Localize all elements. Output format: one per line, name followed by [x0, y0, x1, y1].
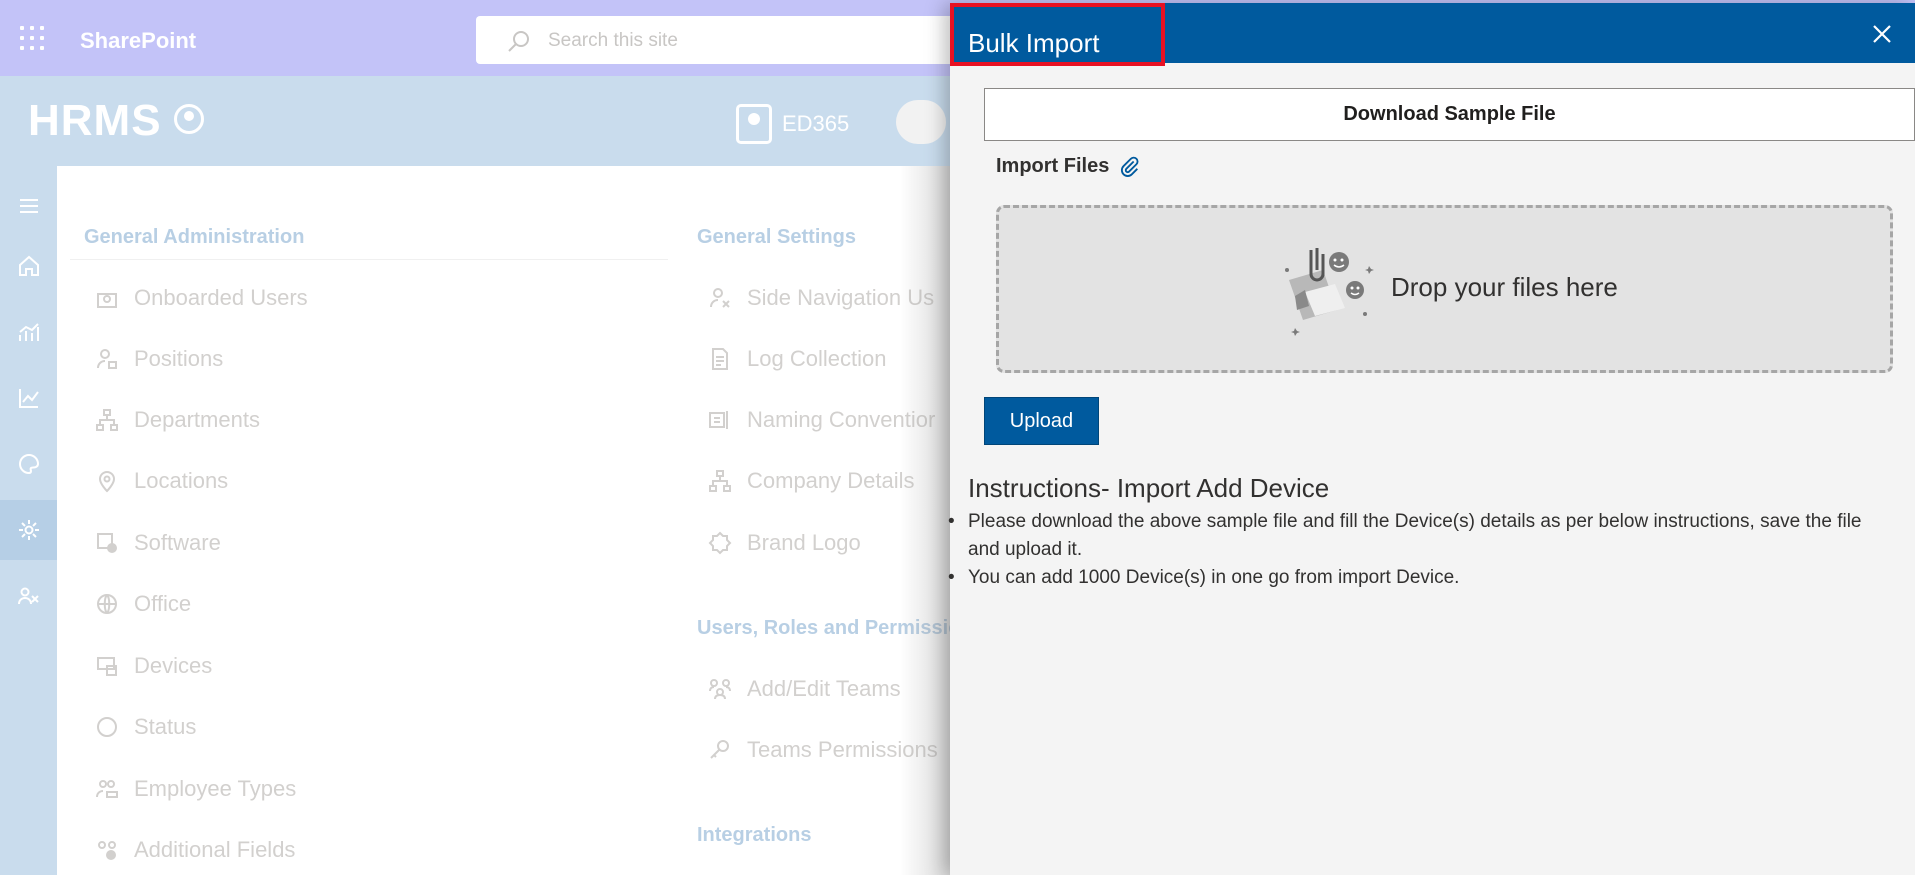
left-rail — [0, 166, 57, 875]
software-icon — [94, 530, 120, 556]
menu-item-label: Devices — [134, 653, 213, 678]
calendar-icon[interactable] — [896, 100, 946, 144]
menu-item-software[interactable]: Software — [94, 530, 221, 556]
menu-item-onboarded-users[interactable]: Onboarded Users — [94, 285, 308, 311]
trend-chart-icon — [18, 389, 39, 408]
additional-fields-icon — [94, 837, 120, 863]
dropzone-text: Drop your files here — [1391, 272, 1618, 302]
menu-item-label: Company Details — [747, 468, 915, 493]
site-search-box[interactable]: Search this site — [476, 16, 956, 64]
menu-item-label: Additional Fields — [134, 837, 296, 862]
menu-item-label: Office — [134, 591, 192, 616]
menu-item-label: Employee Types — [134, 776, 297, 801]
analytics-icon — [18, 323, 39, 341]
menu-item-additional-fields[interactable]: Additional Fields — [94, 837, 295, 863]
home-icon — [18, 255, 39, 276]
instructions-list: Please download the above sample file an… — [948, 508, 1888, 592]
naming-convention-icon — [707, 407, 733, 433]
rail-people-button[interactable] — [0, 566, 57, 626]
menu-item-label: Brand Logo — [747, 530, 861, 555]
rail-theme-button[interactable] — [0, 434, 57, 494]
menu-item-locations[interactable]: Locations — [94, 468, 228, 494]
menu-item-status[interactable]: Status — [94, 714, 196, 740]
departments-icon — [94, 407, 120, 433]
title-highlight-box — [950, 3, 1165, 66]
menu-item-positions[interactable]: Positions — [94, 346, 223, 372]
instructions-title: Instructions- Import Add Device — [968, 473, 1330, 503]
key-icon — [707, 737, 733, 763]
status-circle-icon — [94, 714, 120, 740]
rail-home-button[interactable] — [0, 236, 57, 296]
general-settings-heading: General Settings — [697, 226, 856, 248]
rail-settings-button[interactable] — [0, 500, 57, 560]
rail-trend-button[interactable] — [0, 368, 57, 428]
close-icon — [1873, 25, 1891, 43]
file-drop-illustration-icon — [1285, 248, 1374, 336]
menu-item-label: Software — [134, 530, 221, 555]
instruction-item: You can add 1000 Device(s) in one go fro… — [948, 564, 1888, 592]
panel-shadow — [900, 166, 950, 875]
paperclip-icon — [1121, 156, 1139, 177]
sharepoint-brand[interactable]: SharePoint — [80, 28, 196, 54]
import-files-text: Import Files — [996, 155, 1110, 177]
side-navigation-icon — [707, 285, 733, 311]
people-icon — [17, 587, 39, 605]
rail-menu-button[interactable] — [0, 176, 57, 236]
search-icon — [508, 31, 529, 52]
upload-button[interactable]: Upload — [984, 397, 1099, 445]
integrations-heading: Integrations — [697, 824, 812, 846]
devices-icon — [94, 653, 120, 679]
bulk-import-panel: Bulk Import Download Sample File Import … — [948, 3, 1915, 875]
menu-item-label: Positions — [134, 346, 224, 371]
menu-item-office[interactable]: Office — [94, 591, 191, 617]
divider — [70, 259, 668, 260]
menu-item-departments[interactable]: Departments — [94, 407, 260, 433]
general-administration-heading: General Administration — [84, 226, 305, 248]
search-placeholder: Search this site — [548, 30, 678, 51]
location-pin-icon — [94, 468, 120, 494]
menu-item-employee-types[interactable]: Employee Types — [94, 776, 296, 802]
employee-types-icon — [94, 776, 120, 802]
directory-icon — [736, 104, 772, 144]
onboarded-users-icon — [94, 285, 120, 311]
hamburger-icon — [19, 199, 38, 213]
company-details-icon — [707, 468, 733, 494]
settings-icon — [18, 520, 39, 540]
file-dropzone[interactable]: Drop your files here — [996, 205, 1893, 373]
hrms-logo[interactable]: HRMS — [28, 96, 162, 146]
globe-icon — [94, 591, 120, 617]
menu-item-label: Departments — [134, 407, 260, 432]
download-sample-file-button[interactable]: Download Sample File — [984, 88, 1915, 141]
panel-header: Bulk Import — [950, 3, 1915, 66]
menu-item-log-collection[interactable]: Log Collection — [707, 346, 886, 372]
menu-item-label: Add/Edit Teams — [747, 676, 901, 701]
rail-analytics-button[interactable] — [0, 302, 57, 362]
hrms-logo-user-icon — [174, 104, 204, 134]
ed365-label: ED365 — [782, 111, 850, 136]
brand-logo-icon — [707, 530, 733, 556]
palette-icon — [18, 453, 39, 475]
ed365-link[interactable]: ED365 — [736, 104, 849, 144]
menu-item-label: Locations — [134, 468, 229, 493]
menu-item-company-details[interactable]: Company Details — [707, 468, 915, 494]
menu-item-devices[interactable]: Devices — [94, 653, 212, 679]
close-button[interactable] — [1869, 21, 1895, 47]
menu-item-brand-logo[interactable]: Brand Logo — [707, 530, 861, 556]
menu-item-label: Log Collection — [747, 346, 887, 371]
positions-icon — [94, 346, 120, 372]
instruction-item: Please download the above sample file an… — [948, 508, 1888, 564]
log-collection-icon — [707, 346, 733, 372]
teams-icon — [707, 676, 733, 702]
menu-item-label: Onboarded Users — [134, 285, 308, 310]
app-launcher-icon[interactable] — [20, 26, 44, 50]
menu-item-add-edit-teams[interactable]: Add/Edit Teams — [707, 676, 901, 702]
menu-item-label: Status — [134, 714, 197, 739]
import-files-label: Import Files — [996, 155, 1141, 178]
